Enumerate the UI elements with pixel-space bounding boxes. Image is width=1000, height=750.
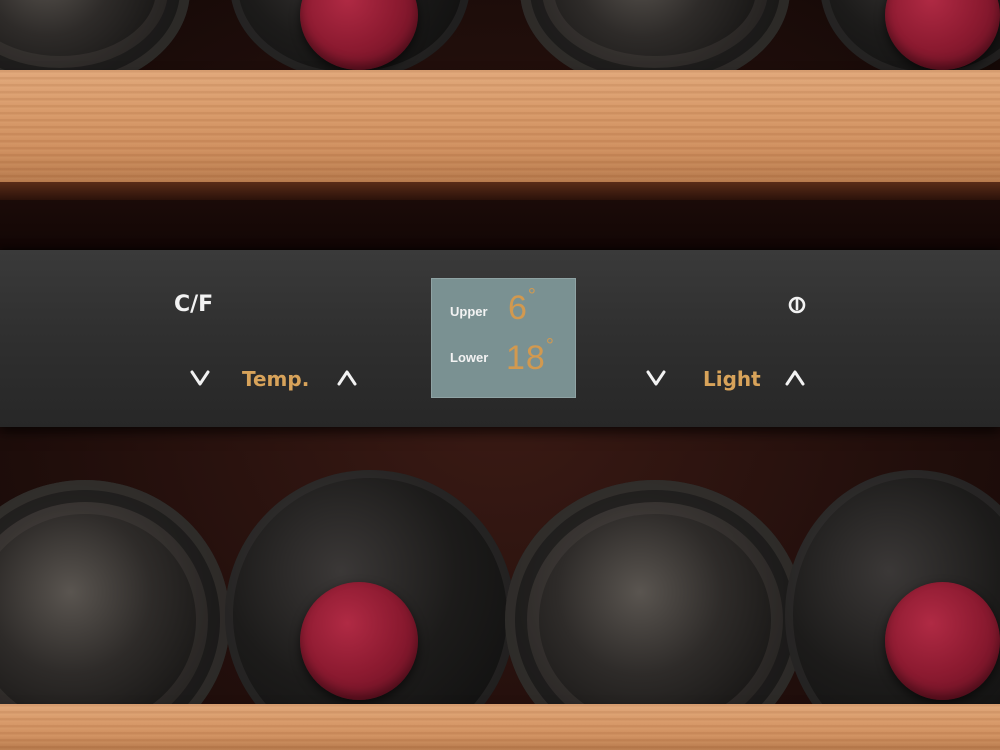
lower-zone-label: Lower [450, 350, 489, 365]
chevron-up-icon [337, 370, 357, 386]
panel-recess [0, 200, 1000, 250]
degree-symbol: ° [527, 285, 537, 307]
light-label: Light [703, 367, 761, 391]
wooden-shelf [0, 704, 1000, 750]
shelf-shadow [0, 182, 1000, 200]
wooden-shelf [0, 70, 1000, 182]
upper-zone-label: Upper [450, 304, 488, 319]
temp-up-button[interactable] [337, 369, 359, 389]
chevron-up-icon [785, 370, 805, 386]
upper-zone-temperature: 6° [508, 285, 537, 328]
bottle-cap [300, 582, 418, 700]
wine-cooler-scene: C/F Temp. Upper 6° Lower 18° Light [0, 0, 1000, 750]
chevron-down-icon [190, 370, 210, 386]
light-down-button[interactable] [646, 369, 668, 389]
upper-temp-value: 6 [508, 289, 528, 327]
degree-symbol: ° [545, 335, 555, 357]
temp-label: Temp. [242, 367, 310, 391]
light-up-button[interactable] [785, 369, 807, 389]
power-icon [788, 296, 806, 314]
bottle-cap [885, 582, 1000, 700]
temp-down-button[interactable] [190, 369, 212, 389]
lower-zone-temperature: 18° [506, 335, 555, 378]
lower-temp-value: 18 [506, 339, 546, 377]
power-button[interactable] [787, 295, 807, 315]
chevron-down-icon [646, 370, 666, 386]
temperature-display: Upper 6° Lower 18° [431, 278, 576, 398]
unit-toggle-button[interactable]: C/F [174, 292, 213, 317]
